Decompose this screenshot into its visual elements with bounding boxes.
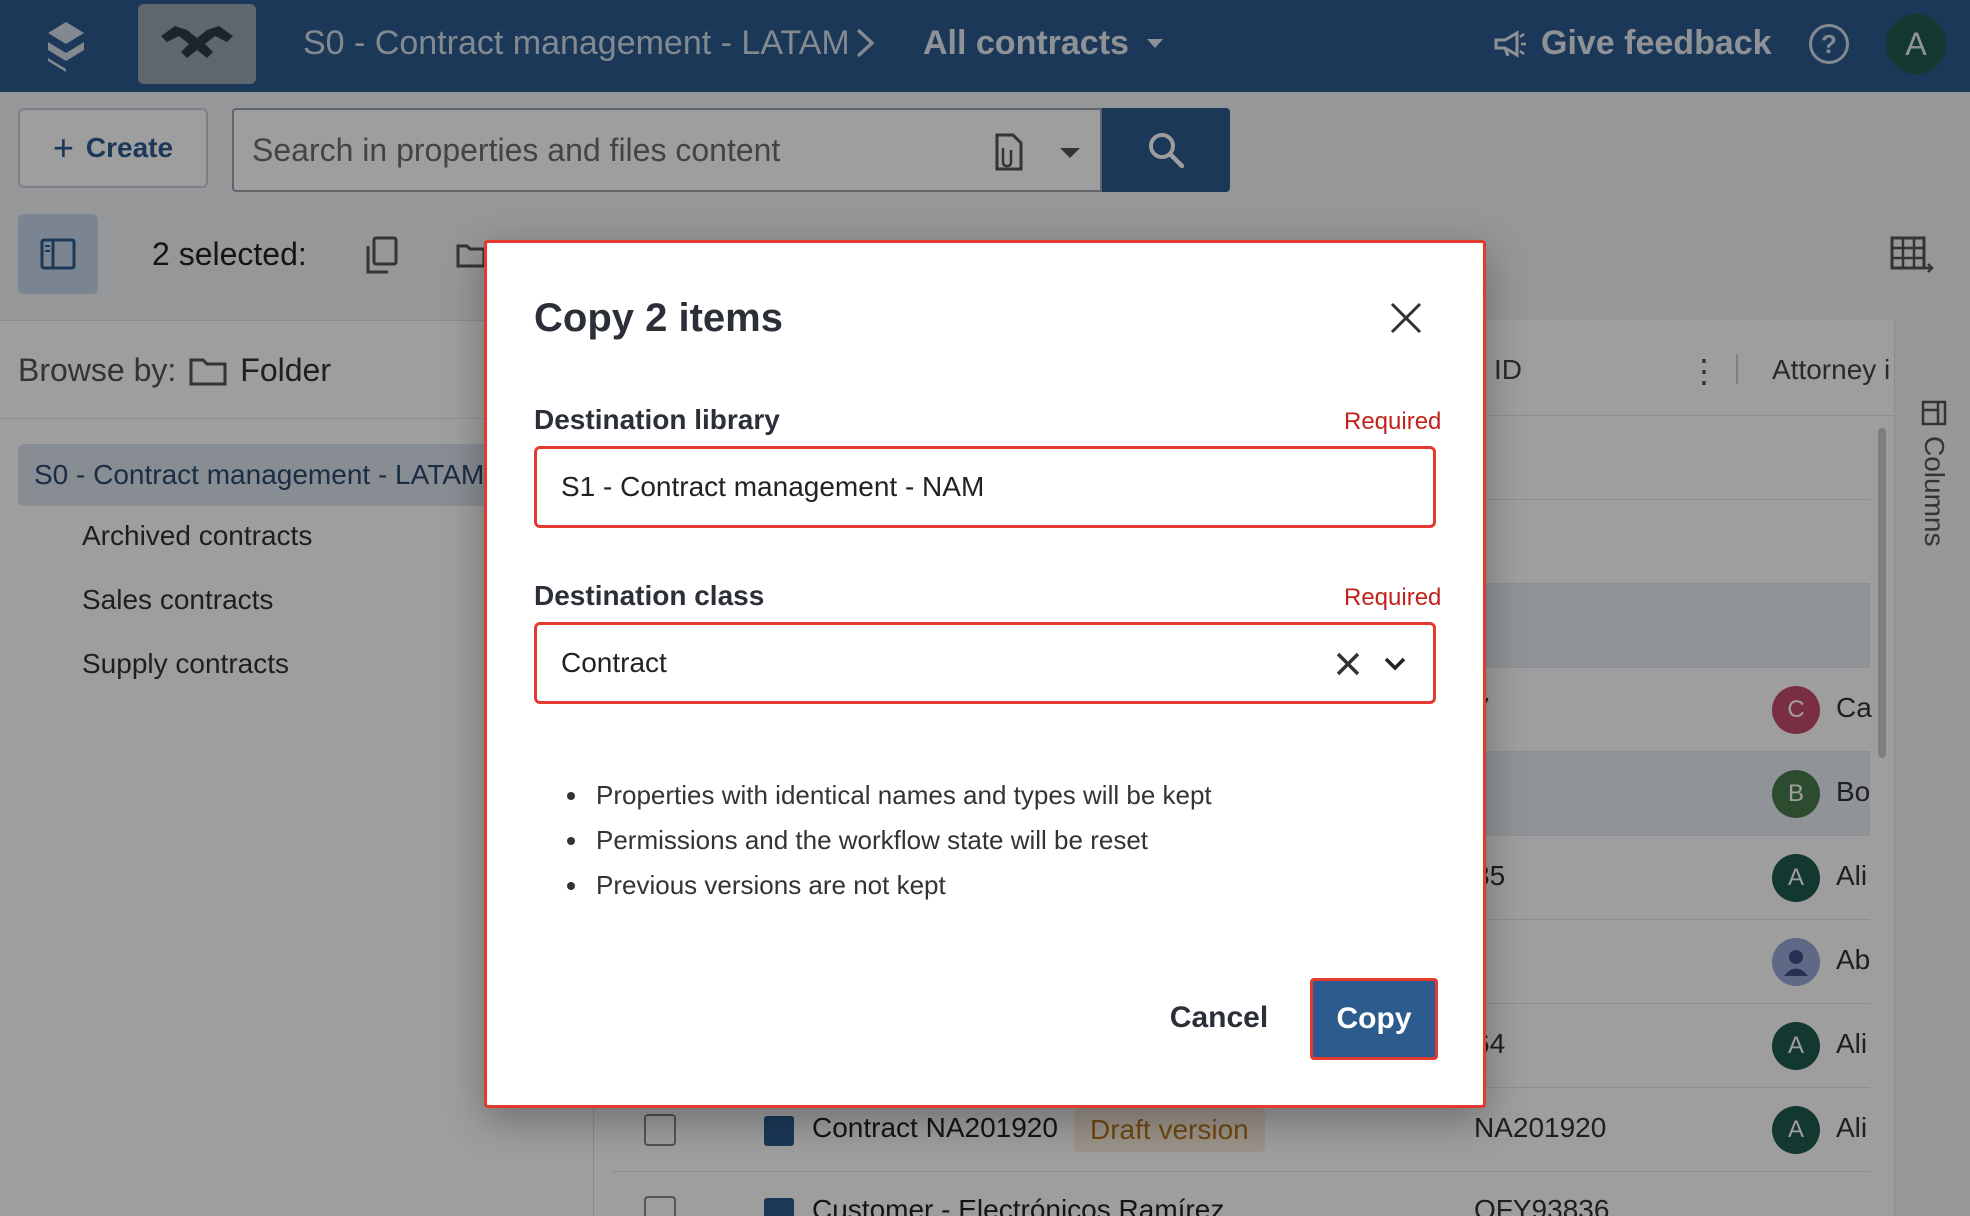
destination-class-label: Destination class — [534, 580, 765, 611]
destination-library-value: S1 - Contract management - NAM — [561, 471, 985, 502]
note-permissions: Permissions and the workflow state will … — [590, 825, 1212, 856]
chevron-down-icon[interactable] — [1383, 653, 1407, 675]
destination-class-select[interactable]: Contract — [534, 622, 1436, 704]
destination-library-label: Destination library — [534, 404, 780, 435]
clear-icon[interactable] — [1335, 651, 1361, 677]
copy-notes-list: Properties with identical names and type… — [590, 780, 1212, 915]
required-indicator: Required — [1344, 584, 1442, 611]
copy-button[interactable]: Copy — [1310, 978, 1438, 1060]
close-icon[interactable] — [1388, 300, 1424, 336]
dialog-title: Copy 2 items — [534, 296, 783, 340]
cancel-button[interactable]: Cancel — [1156, 980, 1282, 1056]
note-versions: Previous versions are not kept — [590, 870, 1212, 901]
destination-class-value: Contract — [561, 647, 667, 678]
destination-library-field[interactable]: S1 - Contract management - NAM — [534, 446, 1436, 528]
note-properties: Properties with identical names and type… — [590, 780, 1212, 811]
required-indicator: Required — [1344, 408, 1442, 435]
